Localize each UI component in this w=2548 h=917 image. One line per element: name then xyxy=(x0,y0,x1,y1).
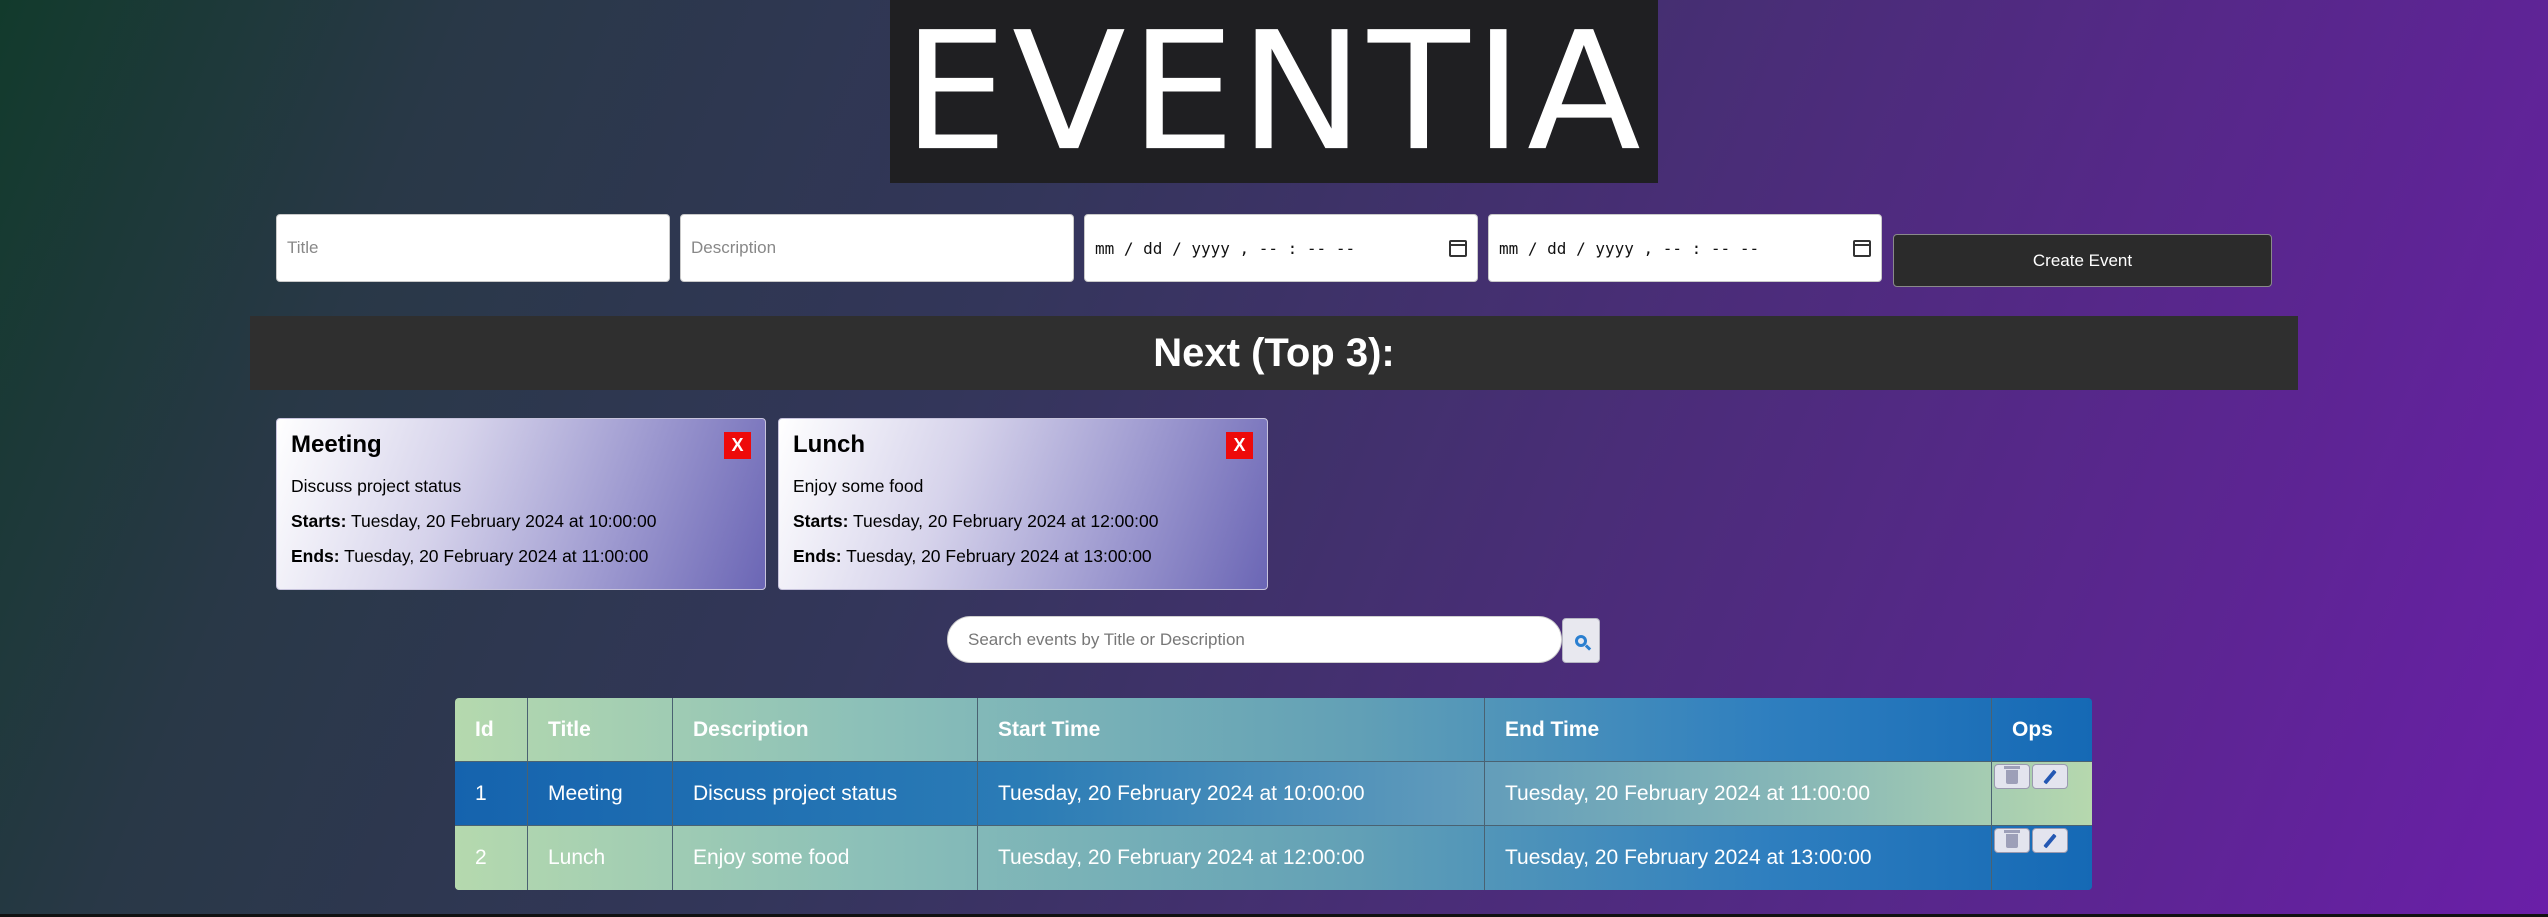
cell-start-time: Tuesday, 20 February 2024 at 10:00:00 xyxy=(978,762,1485,826)
app-logo: EVENTIA xyxy=(890,0,1658,183)
event-card-starts: Starts: Tuesday, 20 February 2024 at 10:… xyxy=(291,511,751,532)
table-header-row: Id Title Description Start Time End Time… xyxy=(455,698,2092,762)
delete-card-button[interactable]: X xyxy=(1226,432,1253,459)
cell-ops xyxy=(1992,826,2092,890)
header-end-time: End Time xyxy=(1485,698,1992,762)
starts-value: Tuesday, 20 February 2024 at 12:00:00 xyxy=(852,511,1159,531)
event-card-ends: Ends: Tuesday, 20 February 2024 at 11:00… xyxy=(291,546,751,567)
trash-icon xyxy=(2004,765,2020,784)
cell-start-time: Tuesday, 20 February 2024 at 12:00:00 xyxy=(978,826,1485,890)
header-id: Id xyxy=(455,698,528,762)
next-events-header: Next (Top 3): xyxy=(250,316,2298,390)
table-row: 2 Lunch Enjoy some food Tuesday, 20 Febr… xyxy=(455,826,2092,890)
pencil-icon xyxy=(2043,833,2057,848)
event-card: Lunch X Enjoy some food Starts: Tuesday,… xyxy=(778,418,1268,590)
header-start-time: Start Time xyxy=(978,698,1485,762)
header-title: Title xyxy=(528,698,673,762)
event-card-starts: Starts: Tuesday, 20 February 2024 at 12:… xyxy=(793,511,1253,532)
ends-label: Ends: xyxy=(793,546,842,566)
delete-button[interactable] xyxy=(1994,764,2030,789)
starts-value: Tuesday, 20 February 2024 at 10:00:00 xyxy=(350,511,657,531)
events-table: Id Title Description Start Time End Time… xyxy=(455,698,2092,890)
pencil-icon xyxy=(2043,769,2057,784)
starts-label: Starts: xyxy=(291,511,347,531)
event-card: Meeting X Discuss project status Starts:… xyxy=(276,418,766,590)
trash-icon xyxy=(2004,829,2020,848)
search-input[interactable]: Search events by Title or Description xyxy=(947,616,1562,663)
cell-id: 2 xyxy=(455,826,528,890)
next-events-heading: Next (Top 3): xyxy=(1153,330,1395,375)
event-card-title: Meeting xyxy=(291,431,382,458)
logo-text: EVENTIA xyxy=(902,0,1646,187)
end-datetime-input[interactable]: mm / dd / yyyy , -- : -- -- xyxy=(1488,214,1882,282)
ends-label: Ends: xyxy=(291,546,340,566)
table-row: 1 Meeting Discuss project status Tuesday… xyxy=(455,762,2092,826)
header-description: Description xyxy=(673,698,978,762)
event-card-description: Discuss project status xyxy=(291,476,462,496)
cell-description: Enjoy some food xyxy=(673,826,978,890)
cell-end-time: Tuesday, 20 February 2024 at 11:00:00 xyxy=(1485,762,1992,826)
event-card-ends: Ends: Tuesday, 20 February 2024 at 13:00… xyxy=(793,546,1253,567)
cell-title: Meeting xyxy=(528,762,673,826)
search-button[interactable] xyxy=(1562,618,1600,663)
end-datetime-placeholder: mm / dd / yyyy , -- : -- -- xyxy=(1499,238,1760,258)
cell-description: Discuss project status xyxy=(673,762,978,826)
ends-value: Tuesday, 20 February 2024 at 11:00:00 xyxy=(344,546,649,566)
cell-end-time: Tuesday, 20 February 2024 at 13:00:00 xyxy=(1485,826,1992,890)
delete-card-button[interactable]: X xyxy=(724,432,751,459)
start-datetime-placeholder: mm / dd / yyyy , -- : -- -- xyxy=(1095,238,1356,258)
search-placeholder: Search events by Title or Description xyxy=(968,629,1245,649)
create-event-button[interactable]: Create Event xyxy=(1893,234,2272,287)
edit-button[interactable] xyxy=(2032,764,2068,789)
description-input[interactable]: Description xyxy=(680,214,1074,282)
delete-button[interactable] xyxy=(1994,828,2030,853)
calendar-icon[interactable] xyxy=(1449,239,1467,257)
cell-ops xyxy=(1992,762,2092,826)
title-placeholder: Title xyxy=(287,238,319,257)
event-card-title: Lunch xyxy=(793,431,865,458)
calendar-icon[interactable] xyxy=(1853,239,1871,257)
search-icon xyxy=(1575,634,1587,647)
description-placeholder: Description xyxy=(691,238,777,257)
cell-id: 1 xyxy=(455,762,528,826)
header-ops: Ops xyxy=(1992,698,2092,762)
cell-title: Lunch xyxy=(528,826,673,890)
starts-label: Starts: xyxy=(793,511,849,531)
edit-button[interactable] xyxy=(2032,828,2068,853)
ends-value: Tuesday, 20 February 2024 at 13:00:00 xyxy=(846,546,1152,566)
event-card-description: Enjoy some food xyxy=(793,476,924,496)
start-datetime-input[interactable]: mm / dd / yyyy , -- : -- -- xyxy=(1084,214,1478,282)
title-input[interactable]: Title xyxy=(276,214,670,282)
